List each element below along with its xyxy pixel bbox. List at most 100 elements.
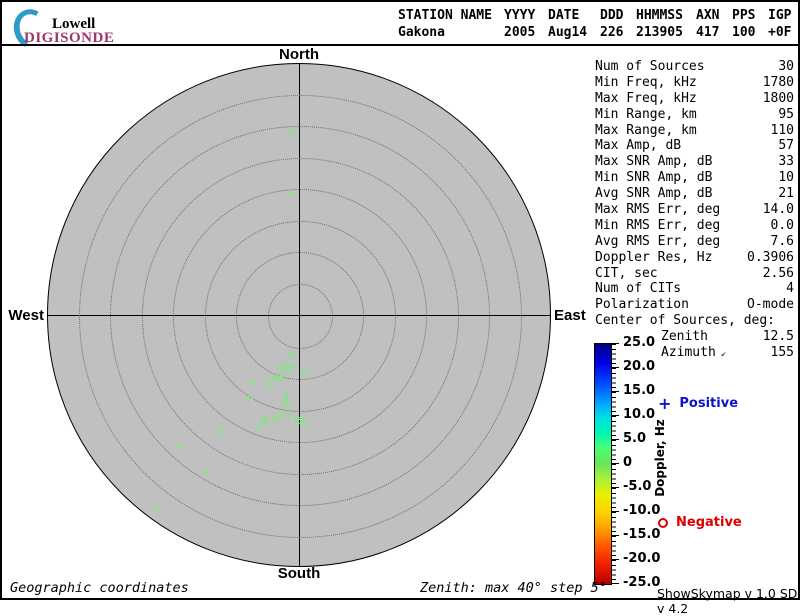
header-col: YYYY 2005 — [504, 7, 536, 41]
colorbar-tick-label: -25.0 — [623, 575, 661, 590]
colorbar-tick-label: 10.0 — [623, 407, 656, 422]
header-col-value: 417 — [696, 25, 720, 40]
stat-label: Max Amp, dB — [595, 138, 682, 154]
stat-label: Min RMS Err, deg — [595, 217, 721, 233]
colorbar-tick — [612, 343, 619, 344]
compass-label-west: West — [8, 307, 44, 324]
colorbar-tick-label: 20.0 — [623, 359, 656, 374]
stat-row: Num of Sources 30 — [595, 59, 794, 75]
colorbar-tick — [612, 391, 619, 392]
header-col-title: PPS — [732, 8, 756, 23]
source-marker-positive — [252, 422, 262, 432]
source-marker-positive — [285, 187, 295, 197]
stat-value: 1780 — [762, 74, 794, 90]
source-marker-negative — [275, 373, 283, 381]
doppler-colorbar — [594, 343, 612, 585]
stat-value: 21 — [778, 186, 794, 202]
stat-row: Max Range, km 110 — [595, 123, 794, 139]
colorbar-tick-label: 15.0 — [623, 383, 656, 398]
colorbar-tick — [612, 487, 619, 488]
stat-row: Avg SNR Amp, dB 21 — [595, 186, 794, 202]
header-col-title: YYYY — [504, 8, 536, 23]
stat-row: Min RMS Err, deg 0.0 — [595, 218, 794, 234]
stat-row: CIT, sec 2.56 — [595, 266, 794, 282]
header-col: AXN 417 — [696, 7, 720, 41]
stat-label: Min Range, km — [595, 106, 697, 122]
colorbar-tick-label: -20.0 — [623, 551, 661, 566]
stat-label: Min Freq, kHz — [595, 74, 697, 90]
colorbar-tick-label: 0 — [623, 455, 633, 470]
stat-value: 110 — [770, 122, 794, 138]
skymap-plot-area[interactable] — [47, 63, 551, 567]
stat-value: O-mode — [747, 297, 794, 313]
azimuth-direction-icon: ↙ — [720, 349, 727, 360]
header-col: IGP +0F — [768, 7, 792, 41]
stat-label: Min SNR Amp, dB — [595, 170, 713, 186]
header-col: DATE Aug14 — [548, 7, 588, 41]
stat-label: Max SNR Amp, dB — [595, 154, 713, 170]
colorbar-tick — [612, 463, 619, 464]
header-col: DDD 226 — [600, 7, 624, 41]
version-label: ShowSkymap v 1.0 SD v 4.2 — [657, 586, 798, 616]
source-marker-negative — [265, 379, 273, 387]
zenith-ring — [78, 94, 522, 538]
zenith-scale-label: Zenith: max 40° step 5° — [420, 580, 607, 596]
negative-marker-icon — [658, 517, 668, 528]
stat-label: Polarization — [595, 297, 689, 313]
legend-positive-label: Positive — [679, 396, 739, 411]
header-col-value: Aug14 — [548, 25, 588, 40]
header-col-value: +0F — [768, 25, 792, 40]
stat-value: 4 — [786, 281, 794, 297]
stat-value: 57 — [778, 138, 794, 154]
colorbar-tick — [612, 559, 619, 560]
header-col-title: DATE — [548, 8, 580, 23]
stat-value: 155 — [770, 345, 794, 361]
stat-value: 30 — [778, 59, 794, 74]
source-marker-positive — [246, 377, 256, 387]
station-header: STATION NAME Gakona YYYY 2005 DATE Aug14 DDD 22… — [398, 7, 792, 41]
colorbar-tick-label: 5.0 — [623, 431, 647, 446]
stat-label: Max Freq, kHz — [595, 90, 697, 106]
stat-row: Polarization O-mode — [595, 297, 794, 313]
header-col-value: 100 — [732, 25, 756, 40]
header-col-value: 213905 — [636, 25, 683, 40]
coordinates-mode-label: Geographic coordinates — [10, 580, 189, 596]
stat-label: Zenith — [661, 329, 708, 345]
source-marker-positive — [270, 414, 280, 424]
colorbar-tick-label: -5.0 — [623, 479, 652, 494]
header-col-title: HHMMSS — [636, 8, 683, 23]
header-col: PPS 100 — [732, 7, 756, 41]
header-col-title: STATION NAME — [398, 8, 492, 23]
stat-label: Doppler Res, Hz — [595, 249, 713, 265]
digisonde-logo: Lowell DIGISONDE — [8, 4, 192, 54]
colorbar-minor-ticks — [612, 344, 616, 584]
compass-label-north: North — [279, 46, 319, 63]
stat-value: 0.3906 — [747, 249, 794, 265]
source-marker-positive — [244, 393, 254, 403]
stat-value: 1800 — [762, 90, 794, 106]
stat-value: 2.56 — [762, 265, 794, 281]
stat-label: Center of Sources, deg: — [595, 313, 776, 329]
stat-row: Max SNR Amp, dB 33 — [595, 154, 794, 170]
colorbar-tick-label: -15.0 — [623, 527, 661, 542]
stat-value: 7.6 — [770, 233, 794, 249]
source-marker-negative — [287, 127, 295, 135]
header-col: HHMMSS 213905 — [636, 7, 684, 41]
stat-label: Num of Sources — [595, 59, 705, 74]
colorbar-tick — [612, 583, 619, 584]
stat-value: 33 — [778, 154, 794, 170]
colorbar-tick — [612, 415, 619, 416]
source-marker-negative — [299, 368, 307, 376]
colorbar-tick — [612, 367, 619, 368]
legend-negative: Negative — [658, 515, 742, 530]
stat-row: Doppler Res, Hz 0.3906 — [595, 250, 794, 266]
positive-marker-icon: + — [658, 393, 672, 413]
stat-value: 95 — [778, 106, 794, 122]
stat-label: CIT, sec — [595, 265, 658, 281]
measurement-stats-panel: Num of Sources 30 Min Freq, kHz 1780 Max Fre… — [595, 59, 794, 361]
stat-row: Min SNR Amp, dB 10 — [595, 170, 794, 186]
source-marker-negative — [299, 418, 307, 426]
stat-value: 12.5 — [762, 329, 794, 345]
header-col-title: DDD — [600, 8, 624, 23]
stat-row: Max Freq, kHz 1800 — [595, 91, 794, 107]
